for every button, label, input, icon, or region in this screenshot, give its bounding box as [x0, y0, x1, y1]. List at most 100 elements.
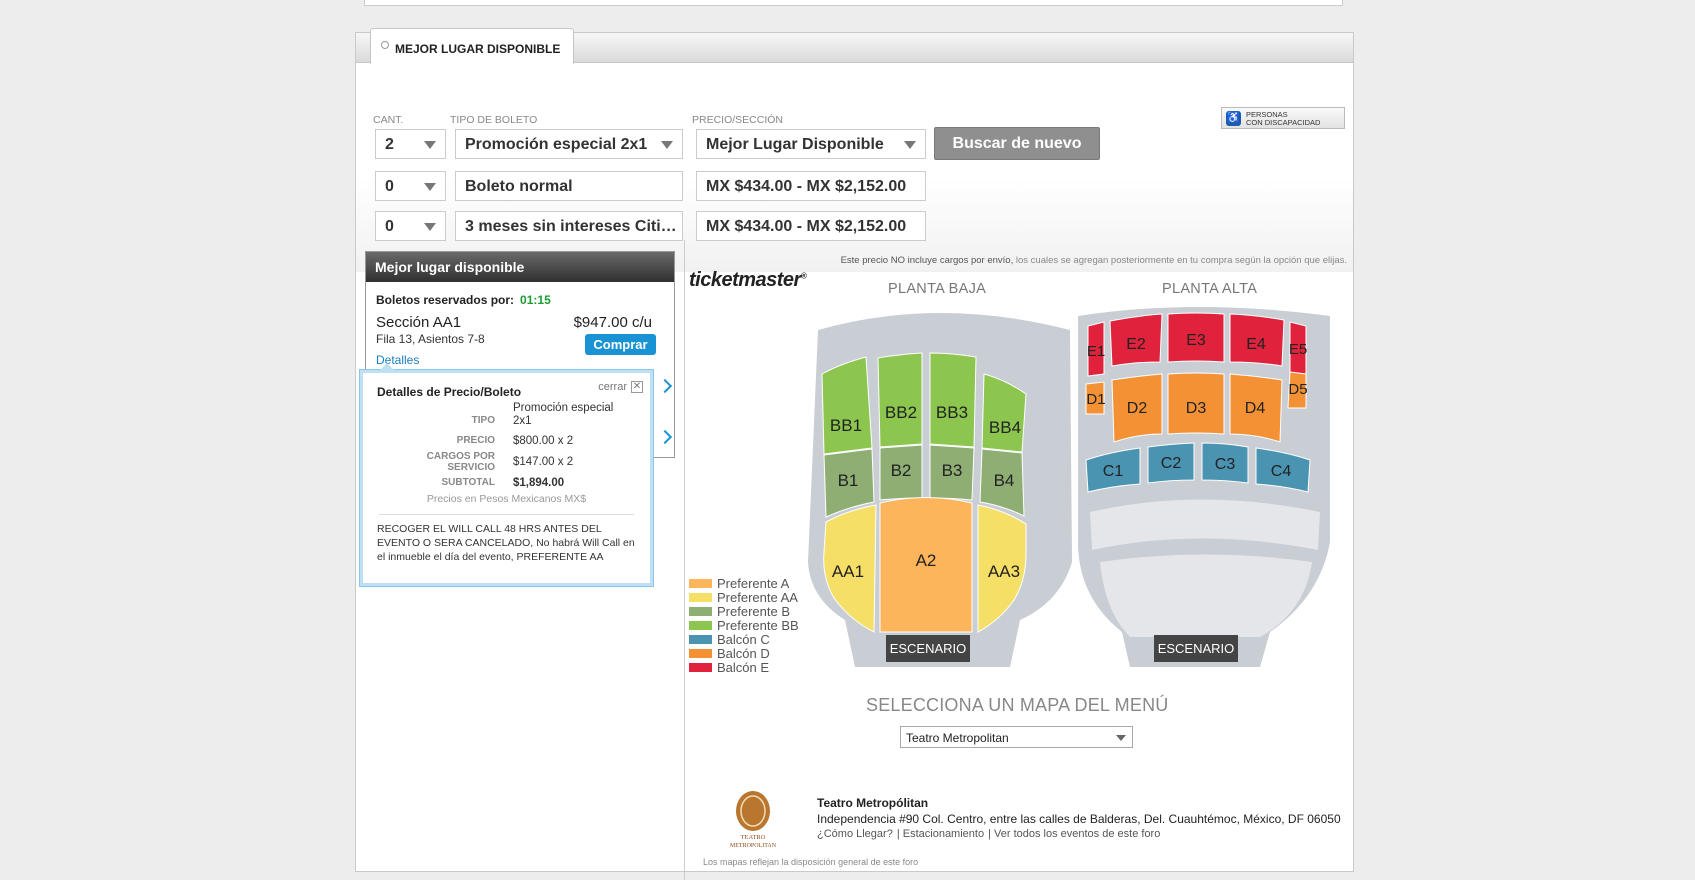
venue-address: Independencia #90 Col. Centro, entre las…: [817, 812, 1341, 826]
legend-swatch: [689, 663, 712, 672]
section-E5[interactable]: E5: [1289, 321, 1307, 377]
chevron-right-icon[interactable]: [657, 429, 673, 445]
detail-key: CARGOS POR SERVICIO: [426, 451, 495, 473]
chevron-right-icon[interactable]: [657, 378, 673, 394]
search-again-button[interactable]: Buscar de nuevo: [934, 127, 1100, 160]
price-value: MX $434.00 - MX $2,152.00: [706, 218, 907, 235]
qty-value: 0: [385, 218, 394, 235]
qty-select-3[interactable]: 0: [375, 211, 446, 241]
chevron-down-icon: [904, 141, 916, 149]
divider: [379, 514, 634, 515]
section-D3[interactable]: D3: [1167, 372, 1225, 435]
section-label: B4: [994, 471, 1015, 490]
section-label: C1: [1103, 463, 1124, 480]
section-E2[interactable]: E2: [1109, 313, 1163, 367]
section-B3[interactable]: B3: [929, 444, 975, 501]
type-value: Promoción especial 2x1: [465, 136, 648, 153]
detail-key: PRECIO: [456, 435, 495, 446]
price-select-1[interactable]: Mejor Lugar Disponible: [696, 129, 926, 159]
qty-select-2[interactable]: 0: [375, 171, 446, 201]
map-select-value: Teatro Metropolitan: [906, 731, 1009, 745]
ticket-form: CANT. TIPO DE BOLETO PRECIO/SECCIÓN 2 Pr…: [356, 64, 1353, 272]
map-footnote: Los mapas reflejan la disposición genera…: [703, 857, 919, 867]
chevron-down-icon: [424, 223, 436, 231]
directions-link[interactable]: ¿Cómo Llegar?: [817, 828, 893, 840]
section-BB1[interactable]: BB1: [821, 356, 873, 455]
type-value: Boleto normal: [465, 178, 573, 195]
section-C3[interactable]: C3: [1201, 442, 1249, 484]
disability-button[interactable]: ♿ PERSONAS CON DISCAPACIDAD: [1221, 107, 1345, 129]
section-BB2[interactable]: BB2: [877, 352, 923, 448]
currency-note: Precios en Pesos Mexicanos MX$: [426, 493, 587, 505]
type-field-3: 3 meses sin intereses Citibanamex: [455, 211, 683, 241]
price-note: Este precio NO incluye cargos por envío,…: [841, 255, 1347, 266]
column-divider: [684, 240, 685, 880]
section-D4[interactable]: D4: [1229, 373, 1283, 443]
reserved-text: Boletos reservados por:: [376, 293, 515, 307]
detail-value: $1,894.00: [513, 477, 565, 489]
stage-high-label: ESCENARIO: [1158, 641, 1235, 656]
section-AA1[interactable]: AA1: [823, 504, 877, 633]
section-label: D5: [1288, 381, 1307, 398]
section-D1[interactable]: D1: [1085, 381, 1106, 415]
legend-label: Preferente BB: [717, 618, 799, 633]
disability-line2: CON DISCAPACIDAD: [1246, 118, 1321, 127]
price-range-3: MX $434.00 - MX $2,152.00: [696, 211, 926, 241]
venue-name: Teatro Metropólitan: [817, 796, 929, 810]
venue-logo: TEATRO METROPOLITAN: [730, 791, 777, 849]
qty-select-1[interactable]: 2: [375, 129, 446, 159]
section-label: B3: [942, 461, 963, 480]
legend-label: Preferente B: [717, 604, 790, 619]
row-seats: Fila 13, Asientos 7-8: [376, 332, 485, 346]
venue-links: ¿Cómo Llegar? | Estacionamiento | Ver todo…: [817, 828, 1161, 840]
buy-button[interactable]: Comprar: [585, 334, 656, 355]
price-details-popup: Detalles de Precio/Boleto cerrar ✕ TIPO Pr…: [360, 363, 653, 586]
price-note-bold: Este precio NO incluye cargos por envío,: [840, 255, 1014, 266]
legend-item: Balcón D: [689, 647, 799, 661]
logo-text: METROPOLITAN: [730, 843, 777, 849]
map-legend: Preferente A Preferente AA Preferente B Pre…: [689, 577, 799, 675]
section-label: C4: [1271, 463, 1292, 480]
close-icon: ✕: [631, 381, 643, 394]
section-E3[interactable]: E3: [1167, 312, 1225, 363]
legend-label: Preferente A: [717, 576, 790, 591]
all-events-link[interactable]: Ver todos los eventos de este foro: [994, 828, 1160, 840]
section-D2[interactable]: D2: [1111, 373, 1163, 443]
price-value: MX $434.00 - MX $2,152.00: [706, 178, 907, 195]
top-strip: [364, 0, 1343, 6]
section-label: A2: [916, 551, 937, 570]
parking-link[interactable]: Estacionamiento: [903, 828, 984, 840]
price-range-2: MX $434.00 - MX $2,152.00: [696, 171, 926, 201]
section-label: D4: [1245, 400, 1266, 417]
brand-text: ticketmaster: [689, 269, 801, 291]
section-label: D3: [1186, 400, 1207, 417]
legend-swatch: [689, 635, 712, 644]
stage-low-label: ESCENARIO: [890, 641, 967, 656]
legend-swatch: [689, 649, 712, 658]
section-B2[interactable]: B2: [879, 444, 923, 501]
section-label: BB4: [989, 418, 1021, 437]
will-call-note: RECOGER EL WILL CALL 48 HRS ANTES DEL EV…: [377, 523, 635, 563]
tab-best-available[interactable]: MEJOR LUGAR DISPONIBLE: [370, 28, 574, 64]
legend-item: Preferente A: [689, 577, 799, 591]
type-select-1[interactable]: Promoción especial 2x1: [455, 129, 683, 159]
price-note-rest: los cuales se agregan posteriormente en …: [1013, 255, 1347, 266]
section-E4[interactable]: E4: [1229, 313, 1285, 367]
section-label: BB1: [830, 416, 862, 435]
section-label: B2: [891, 461, 912, 480]
close-label: cerrar: [598, 381, 627, 393]
section-label: BB3: [936, 403, 968, 422]
popup-title: Detalles de Precio/Boleto: [377, 385, 522, 399]
close-button[interactable]: cerrar ✕: [598, 381, 643, 394]
legend-swatch: [689, 593, 712, 602]
section-E1[interactable]: E1: [1087, 321, 1105, 377]
section-C2[interactable]: C2: [1147, 442, 1195, 484]
map-select[interactable]: Teatro Metropolitan: [900, 726, 1133, 748]
section-label: C2: [1161, 455, 1182, 472]
legend-item: Preferente AA: [689, 591, 799, 605]
section-D5[interactable]: D5: [1287, 371, 1308, 409]
section-label: D1: [1086, 391, 1105, 408]
section-A2[interactable]: A2: [879, 497, 973, 633]
chevron-down-icon: [1116, 735, 1126, 741]
section-BB3[interactable]: BB3: [929, 352, 977, 448]
